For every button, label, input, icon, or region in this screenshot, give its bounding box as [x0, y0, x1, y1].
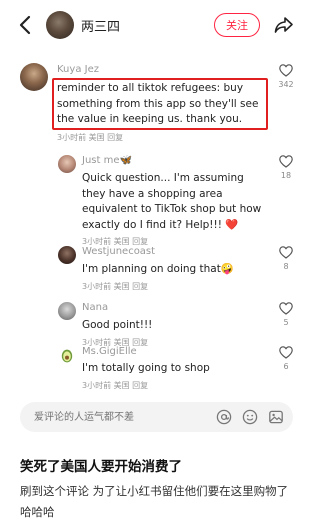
avatar-avocado-icon[interactable]	[58, 346, 76, 364]
like-button[interactable]: 6	[276, 346, 296, 371]
comment-text: Good point!!!	[82, 319, 153, 331]
avatar[interactable]	[58, 246, 76, 264]
like-button[interactable]: 18	[276, 155, 296, 180]
like-button[interactable]: 342	[276, 64, 296, 89]
follow-button[interactable]: 关注	[214, 13, 260, 37]
avatar[interactable]	[58, 155, 76, 173]
at-icon[interactable]	[216, 409, 232, 425]
comment-username[interactable]: Kuya Jez	[57, 64, 99, 75]
like-count: 6	[283, 362, 289, 371]
like-count: 18	[280, 171, 292, 180]
post-body: 刷到这个评论 为了让小红书留住他们要在这里购物了哈哈哈	[20, 484, 289, 519]
comment-meta[interactable]: 3小时前 美国 回复	[57, 132, 123, 143]
like-button[interactable]: 8	[276, 246, 296, 271]
image-icon[interactable]	[268, 409, 284, 425]
comment-meta[interactable]: 3小时前 美国 回复	[82, 380, 148, 391]
avatar[interactable]	[58, 302, 76, 320]
highlight-annotation	[52, 78, 268, 130]
heart-icon	[279, 64, 293, 77]
like-count: 5	[283, 318, 289, 327]
comment-input-bar	[20, 402, 293, 432]
like-button[interactable]: 5	[276, 302, 296, 327]
comment-username[interactable]: Westjunecoast	[82, 246, 155, 257]
heart-icon	[279, 246, 293, 259]
comment-text: I'm totally going to shop	[82, 362, 210, 374]
comment-username[interactable]: Just me🦋	[82, 155, 132, 166]
share-icon[interactable]	[272, 13, 296, 37]
back-arrow-icon[interactable]	[14, 13, 36, 37]
comment-input[interactable]	[34, 402, 214, 432]
heart-icon	[279, 155, 293, 168]
like-count: 8	[283, 262, 289, 271]
author-name[interactable]: 两三四	[81, 16, 120, 35]
top-bar: 两三四 关注	[0, 0, 313, 50]
emoji-icon[interactable]	[242, 409, 258, 425]
comment-username[interactable]: Nana	[82, 302, 108, 313]
comment-username[interactable]: Ms.GigiElle	[82, 346, 137, 357]
heart-icon	[279, 302, 293, 315]
post-title: 笑死了美国人要开始消费了	[20, 459, 182, 475]
like-count: 342	[278, 80, 294, 89]
comment-text: Quick question... I'm assuming they have…	[82, 172, 262, 231]
author-avatar[interactable]	[46, 11, 74, 39]
heart-icon	[279, 346, 293, 359]
comment-meta[interactable]: 3小时前 美国 回复	[82, 281, 148, 292]
avatar[interactable]	[20, 63, 48, 91]
comment-text: I'm planning on doing that🤪	[82, 263, 234, 275]
